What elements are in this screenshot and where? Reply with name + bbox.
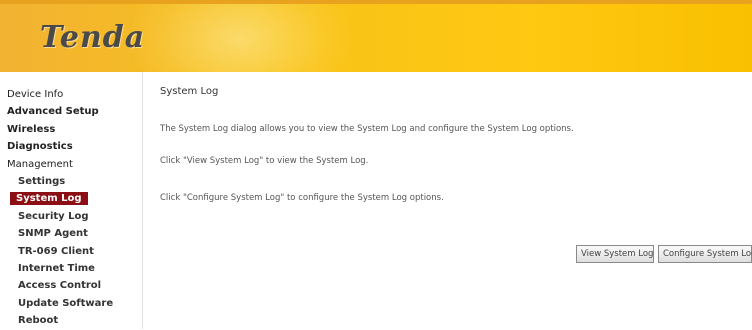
sidebar-item-update-software[interactable]: Update Software <box>0 295 142 312</box>
configure-system-log-button[interactable]: Configure System Log <box>658 245 752 263</box>
sidebar-item-advanced-setup[interactable]: Advanced Setup <box>0 103 142 120</box>
sidebar-item-system-log[interactable]: System Log <box>0 190 142 207</box>
view-system-log-button[interactable]: View System Log <box>576 245 654 263</box>
sidebar-item-reboot[interactable]: Reboot <box>0 312 142 329</box>
sidebar-item-system-log-label: System Log <box>10 192 88 206</box>
sidebar-item-diagnostics[interactable]: Diagnostics <box>0 138 142 155</box>
header-glow <box>130 4 350 72</box>
sidebar-item-settings[interactable]: Settings <box>0 173 142 190</box>
sidebar-nav: Device Info Advanced Setup Wireless Diag… <box>0 72 143 329</box>
page-description: The System Log dialog allows you to view… <box>160 124 574 134</box>
tenda-logo: Tenda <box>40 20 146 55</box>
sidebar-item-snmp-agent[interactable]: SNMP Agent <box>0 225 142 242</box>
sidebar-item-security-log[interactable]: Security Log <box>0 208 142 225</box>
header-banner: Tenda <box>0 0 752 72</box>
sidebar-item-management[interactable]: Management <box>0 156 142 173</box>
sidebar-item-internet-time[interactable]: Internet Time <box>0 260 142 277</box>
view-log-hint: Click "View System Log" to view the Syst… <box>160 156 369 166</box>
sidebar-item-device-info[interactable]: Device Info <box>0 86 142 103</box>
main-content: System Log The System Log dialog allows … <box>160 72 752 329</box>
sidebar-item-access-control[interactable]: Access Control <box>0 277 142 294</box>
configure-log-hint: Click "Configure System Log" to configur… <box>160 193 444 203</box>
sidebar-item-tr069-client[interactable]: TR-069 Client <box>0 243 142 260</box>
page-title: System Log <box>160 86 219 97</box>
sidebar-item-wireless[interactable]: Wireless <box>0 121 142 138</box>
